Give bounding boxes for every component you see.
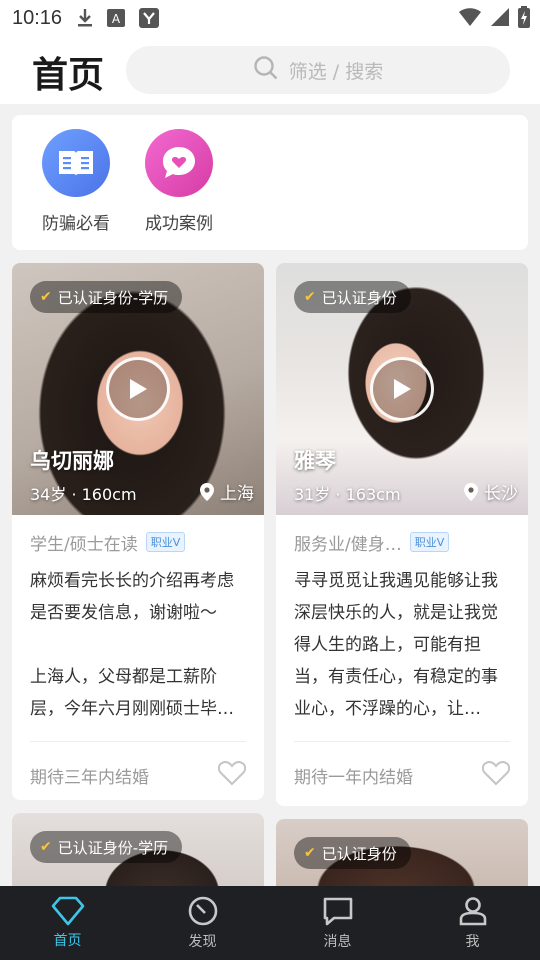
location-label: 长沙: [484, 484, 518, 504]
verified-badge-label: 已认证身份: [321, 844, 397, 863]
like-heart-button[interactable]: [217, 760, 247, 790]
app-a-icon: A: [106, 8, 126, 28]
signal-icon: [490, 7, 510, 32]
wifi-icon: [458, 7, 482, 32]
user-icon: [459, 897, 486, 926]
verified-badge-label: 已认证身份-学历: [57, 288, 169, 307]
app-y-icon: [138, 7, 160, 29]
verified-badge: ✔ 已认证身份-学历: [30, 831, 183, 863]
quick-entry-label: 成功案例: [145, 214, 213, 234]
page-title: 首页: [32, 55, 105, 96]
profile-location: 上海: [200, 479, 254, 504]
profile-photo[interactable]: ✔ 已认证身份-学历 乌切丽娜 34岁 · 160cm 上海: [12, 263, 264, 515]
profile-name: 雅琴: [294, 449, 336, 473]
tab-label: 我: [465, 934, 480, 950]
play-video-button[interactable]: [106, 357, 170, 421]
quick-entry-label: 防骗必看: [42, 214, 110, 234]
verified-badge-label: 已认证身份-学历: [57, 838, 169, 857]
profile-intro: 麻烦看完长长的介绍再考虑是否要发信息，谢谢啦～ 上海人，父母都是工薪阶层，今年六…: [30, 571, 234, 719]
check-icon: ✔: [304, 845, 316, 861]
heart-chat-icon: [145, 129, 213, 197]
tab-label: 发现: [188, 934, 217, 950]
search-bar[interactable]: 筛选 / 搜索: [126, 46, 510, 94]
tab-me[interactable]: 我: [405, 886, 540, 960]
profile-age-height: 31岁 · 163cm: [294, 485, 401, 504]
quick-entry-success-cases[interactable]: 成功案例: [129, 129, 229, 234]
profile-intro: 寻寻觅觅让我遇见能够让我深层快乐的人，就是让我觉得人生的路上，可能有担当，有责任…: [294, 571, 498, 719]
verified-badge: ✔ 已认证身份: [294, 281, 411, 313]
tab-home[interactable]: 首页: [0, 886, 135, 960]
play-icon: [394, 379, 411, 399]
check-icon: ✔: [40, 839, 52, 855]
location-label: 上海: [220, 484, 254, 504]
bottom-nav: 首页 发现 消息 我: [0, 886, 540, 960]
verified-badge: ✔ 已认证身份: [294, 837, 411, 869]
marriage-expectation: 期待三年内结婚: [30, 767, 149, 788]
location-pin-icon: [200, 482, 214, 501]
quick-entry-anti-fraud[interactable]: 防骗必看: [26, 129, 126, 234]
search-icon: [253, 55, 279, 86]
occupation-verified-tag: 职业V: [409, 532, 450, 552]
tab-discover[interactable]: 发现: [135, 886, 270, 960]
profile-occupation: 服务业/健身…: [294, 534, 402, 555]
tab-messages[interactable]: 消息: [270, 886, 405, 960]
tab-label: 首页: [53, 933, 82, 949]
location-pin-icon: [464, 482, 478, 501]
play-icon: [130, 379, 147, 399]
header: 首页 筛选 / 搜索: [0, 36, 540, 104]
diamond-icon: [51, 896, 84, 926]
profile-occupation: 学生/硕士在读: [30, 534, 138, 555]
profile-card[interactable]: ✔ 已认证身份 雅琴 31岁 · 163cm 长沙 服务业/健身… 职业V 寻寻…: [276, 263, 528, 806]
profile-card[interactable]: ✔ 已认证身份-学历 乌切丽娜 34岁 · 160cm 上海 学生/硕士在读 职…: [12, 263, 264, 800]
heart-outline-icon: [217, 761, 247, 786]
compass-icon: [188, 896, 217, 926]
profile-age-height: 34岁 · 160cm: [30, 485, 137, 504]
status-bar: 10:16 A: [0, 0, 540, 36]
profile-location: 长沙: [464, 479, 518, 504]
svg-text:A: A: [112, 12, 121, 26]
profile-photo[interactable]: ✔ 已认证身份 雅琴 31岁 · 163cm 长沙: [276, 263, 528, 515]
marriage-expectation: 期待一年内结婚: [294, 767, 413, 788]
battery-icon: [518, 6, 530, 33]
quick-entries-card: 防骗必看 成功案例: [12, 115, 528, 250]
verified-badge-label: 已认证身份: [321, 288, 397, 307]
chat-icon: [323, 897, 352, 926]
check-icon: ✔: [40, 289, 52, 305]
status-time: 10:16: [12, 6, 63, 29]
check-icon: ✔: [304, 289, 316, 305]
download-icon: [76, 8, 94, 28]
profile-name: 乌切丽娜: [30, 449, 114, 473]
search-placeholder: 筛选 / 搜索: [288, 60, 384, 83]
tab-label: 消息: [323, 934, 352, 950]
book-icon: [42, 129, 110, 197]
verified-badge: ✔ 已认证身份-学历: [30, 281, 183, 313]
heart-outline-icon: [481, 761, 511, 786]
like-heart-button[interactable]: [481, 760, 511, 790]
play-video-button[interactable]: [370, 357, 434, 421]
occupation-verified-tag: 职业V: [145, 532, 186, 552]
